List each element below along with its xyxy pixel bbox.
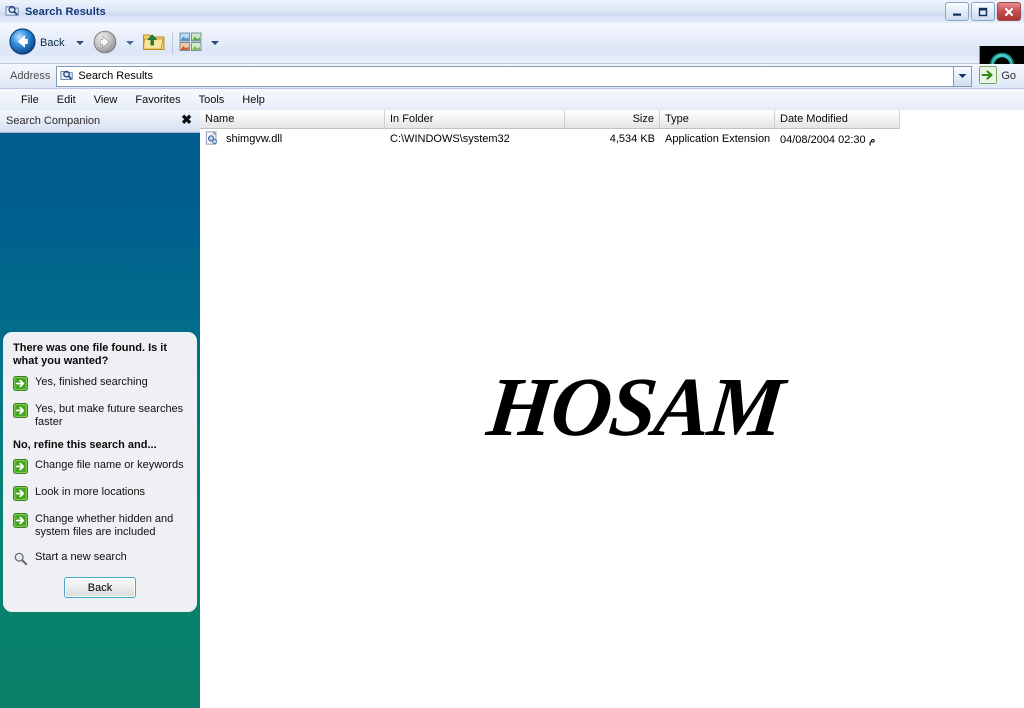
option-label: Yes, finished searching [35,376,148,388]
menu-item-tools[interactable]: Tools [190,92,234,108]
cell-in-folder: C:\WINDOWS\system32 [390,133,510,145]
green-arrow-icon [13,403,29,421]
green-arrow-icon [13,459,29,477]
column-header-in-folder[interactable]: In Folder [385,110,565,129]
search-companion-sidebar: Search Companion ✖ There was one file fo… [0,110,200,708]
chevron-down-icon [958,70,967,82]
magnifier-icon [13,551,29,569]
column-header-name[interactable]: Name [200,110,385,129]
hosam-script-overlay: HOSAM [483,361,787,454]
forward-arrow-icon [92,29,118,58]
option-hidden-system-files[interactable]: Change whether hidden and system files a… [13,513,187,539]
forward-dropdown-icon[interactable] [126,41,135,45]
search-companion-panel: There was one file found. Is it what you… [3,332,197,612]
column-header-type[interactable]: Type [660,110,775,129]
option-yes-faster[interactable]: Yes, but make future searches faster [13,403,187,429]
address-value: Search Results [78,70,153,82]
address-label: Address [10,70,51,82]
close-icon[interactable]: ✖ [181,113,192,127]
title-bar: Search Results [0,0,1024,24]
menu-item-edit[interactable]: Edit [48,92,85,108]
sidebar-title: Search Companion [6,115,101,127]
file-name-label: shimgvw.dll [226,133,283,145]
forward-button[interactable] [90,27,120,59]
column-header-date-modified[interactable]: Date Modified [775,110,900,129]
address-bar: Address Search Results Go [0,64,1024,89]
option-label: Yes, but make future searches faster [35,403,184,428]
views-dropdown-icon[interactable] [211,41,220,45]
menu-item-file[interactable]: File [12,92,48,108]
back-button[interactable]: Back [6,27,70,59]
start-new-search-label: Start a new search [35,551,127,563]
cell-type: Application Extension [665,133,771,145]
table-row[interactable]: shimgvw.dll C:\WINDOWS\system32 4,534 KB… [200,129,1024,149]
up-folder-icon [142,31,166,56]
views-button[interactable] [177,27,205,59]
cell-size: 4,534 KB [609,133,655,145]
back-dropdown-icon[interactable] [76,41,85,45]
option-label: Look in more locations [35,486,146,498]
search-folder-icon [60,68,74,85]
option-label: Change file name or keywords [35,459,184,471]
sidebar-header: Search Companion ✖ [0,110,200,133]
go-button-label: Go [1001,70,1016,82]
toolbar: Back [0,23,1024,86]
results-list: Name In Folder Size Type Date Modified s… [200,110,1024,708]
minimize-button[interactable] [945,2,969,21]
menu-item-favorites[interactable]: Favorites [126,92,189,108]
window-controls [945,2,1021,21]
green-arrow-icon [13,513,29,531]
go-button[interactable]: Go [979,65,1016,87]
panel-heading-refine: No, refine this search and... [13,439,157,451]
green-arrow-icon [979,65,998,87]
option-label: Change whether hidden and system files a… [35,513,174,538]
panel-back-button[interactable]: Back [64,577,136,598]
window-title: Search Results [25,5,106,18]
column-header-filler [900,110,1024,129]
cell-date-modified: 04/08/2004 02:30 م [780,133,876,146]
search-results-window: Search Results Back Address Search Resul… [0,0,1024,708]
menu-item-help[interactable]: Help [233,92,274,108]
views-thumbnails-icon [179,31,203,56]
cell-name[interactable]: shimgvw.dll [200,130,385,148]
green-arrow-icon [13,486,29,504]
address-dropdown-button[interactable] [953,65,973,87]
green-arrow-icon [13,376,29,394]
back-button-label: Back [40,37,65,49]
dll-file-icon [205,130,221,148]
search-folder-icon [5,3,20,21]
menu-item-view[interactable]: View [85,92,127,108]
up-button[interactable] [140,27,168,59]
option-look-more-locations[interactable]: Look in more locations [13,486,187,504]
maximize-button[interactable] [971,2,995,21]
option-change-filename[interactable]: Change file name or keywords [13,459,187,477]
address-input[interactable]: Search Results [56,65,954,87]
panel-heading: There was one file found. Is it what you… [13,342,168,367]
option-yes-finished[interactable]: Yes, finished searching [13,376,187,394]
column-headers: Name In Folder Size Type Date Modified [200,110,1024,129]
back-arrow-icon [8,27,37,59]
column-header-size[interactable]: Size [565,110,660,129]
menu-bar: File Edit View Favorites Tools Help [0,89,1024,111]
start-new-search[interactable]: Start a new search [13,551,187,569]
close-button[interactable] [997,2,1021,21]
